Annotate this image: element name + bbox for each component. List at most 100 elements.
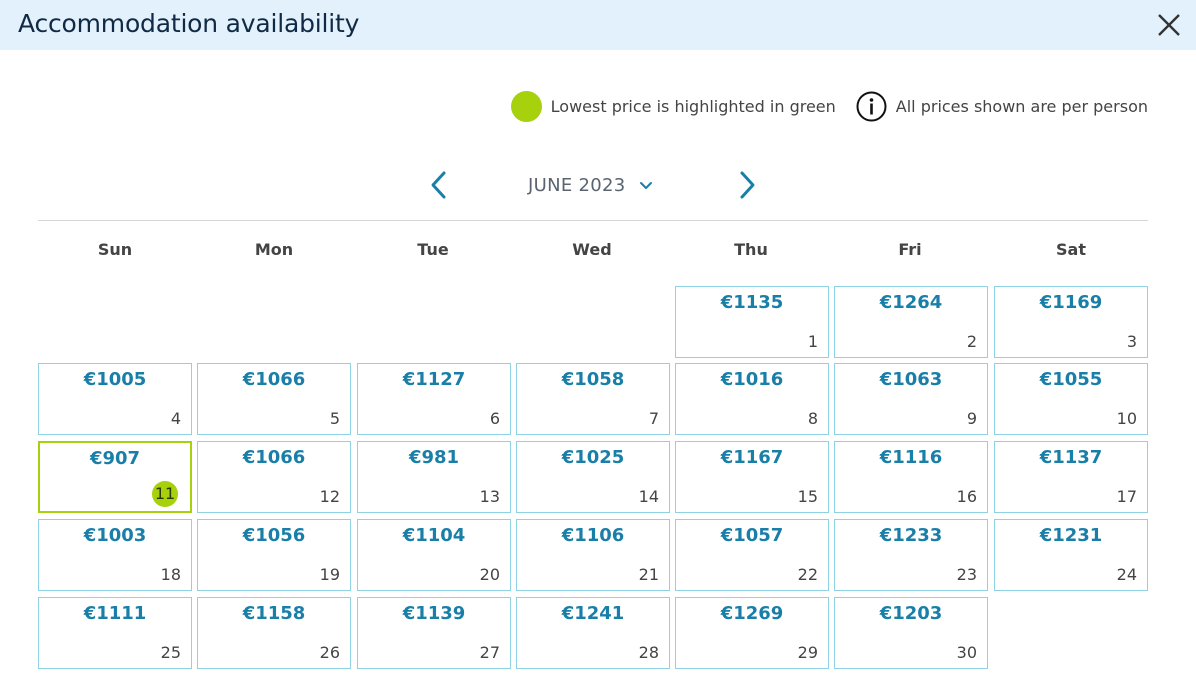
calendar-day-cell[interactable]: €1056 19 <box>197 519 351 591</box>
day-number: 26 <box>319 643 340 662</box>
day-price: €1137 <box>1039 447 1103 468</box>
day-number: 7 <box>648 409 659 428</box>
weekday-label: Fri <box>898 240 922 259</box>
calendar-day-cell[interactable]: €981 13 <box>357 441 511 513</box>
calendar-day-cell[interactable]: €1169 3 <box>994 286 1148 358</box>
day-number: 22 <box>797 565 818 584</box>
day-price: €1158 <box>242 603 306 624</box>
next-month-button[interactable] <box>734 165 762 205</box>
calendar-day-cell[interactable]: €1231 24 <box>994 519 1148 591</box>
day-number: 5 <box>329 409 340 428</box>
day-price: €1111 <box>83 603 147 624</box>
day-number: 2 <box>966 332 977 351</box>
day-number: 27 <box>479 643 500 662</box>
day-number: 25 <box>160 643 181 662</box>
day-number: 1 <box>807 332 818 351</box>
calendar-day-cell[interactable]: €1158 26 <box>197 597 351 669</box>
calendar-day-cell[interactable]: €1139 27 <box>357 597 511 669</box>
day-price: €1116 <box>879 447 943 468</box>
day-number: 23 <box>956 565 977 584</box>
dialog-header: Accommodation availability <box>0 0 1196 50</box>
previous-month-button[interactable] <box>424 165 452 205</box>
calendar-day-cell[interactable]: €1233 23 <box>834 519 988 591</box>
day-price: €1233 <box>879 525 943 546</box>
calendar-grid: €1135 1 €1264 2 €1169 3 €1005 4 €1066 5 €1127 6 €105… <box>38 286 1148 681</box>
calendar-day-cell[interactable]: €1066 5 <box>197 363 351 435</box>
day-price: €1231 <box>1039 525 1103 546</box>
calendar-day-cell[interactable]: €1016 8 <box>675 363 829 435</box>
calendar-day-cell[interactable]: €1003 18 <box>38 519 192 591</box>
weekday-label: Thu <box>734 240 768 259</box>
chevron-right-icon <box>740 171 755 199</box>
day-price: €1005 <box>83 369 147 390</box>
day-number: 14 <box>638 487 659 506</box>
calendar-day-cell[interactable]: €1025 14 <box>516 441 670 513</box>
weekday-label: Wed <box>572 240 612 259</box>
info-icon <box>856 91 887 122</box>
day-number: 12 <box>319 487 340 506</box>
day-number: 4 <box>170 409 181 428</box>
day-number: 11 <box>152 481 178 507</box>
day-price: €1269 <box>720 603 784 624</box>
month-label: JUNE 2023 <box>528 175 626 196</box>
day-price: €1167 <box>720 447 784 468</box>
day-price: €1016 <box>720 369 784 390</box>
day-price: €1055 <box>1039 369 1103 390</box>
day-number: 30 <box>956 643 977 662</box>
day-price: €1104 <box>402 525 466 546</box>
day-number: 21 <box>638 565 659 584</box>
day-number: 9 <box>966 409 977 428</box>
day-price: €1066 <box>242 369 306 390</box>
month-selector[interactable]: JUNE 2023 <box>528 175 654 196</box>
calendar-day-cell[interactable]: €1264 2 <box>834 286 988 358</box>
day-number: 15 <box>797 487 818 506</box>
dialog-title: Accommodation availability <box>18 9 360 38</box>
close-button[interactable] <box>1156 12 1182 38</box>
weekday-label: Mon <box>254 240 294 259</box>
calendar-day-cell[interactable]: €907 11 <box>38 441 192 513</box>
calendar-day-cell[interactable]: €1167 15 <box>675 441 829 513</box>
weekday-label: Sat <box>1056 240 1086 259</box>
close-icon <box>1158 14 1180 36</box>
day-price: €1003 <box>83 525 147 546</box>
calendar-day-cell[interactable]: €1111 25 <box>38 597 192 669</box>
calendar-day-cell[interactable]: €1057 22 <box>675 519 829 591</box>
day-number: 19 <box>319 565 340 584</box>
calendar-day-cell[interactable]: €1203 30 <box>834 597 988 669</box>
day-number: 20 <box>479 565 500 584</box>
chevron-down-icon <box>639 181 652 189</box>
day-number: 24 <box>1116 565 1137 584</box>
day-price: €1135 <box>720 292 784 313</box>
day-number: 3 <box>1126 332 1137 351</box>
calendar-day-cell[interactable]: €1055 10 <box>994 363 1148 435</box>
calendar-day-cell[interactable]: €1058 7 <box>516 363 670 435</box>
calendar-day-cell[interactable]: €1106 21 <box>516 519 670 591</box>
calendar-day-cell[interactable]: €1005 4 <box>38 363 192 435</box>
day-number: 18 <box>160 565 181 584</box>
calendar-day-cell[interactable]: €1063 9 <box>834 363 988 435</box>
divider <box>38 220 1148 221</box>
calendar-day-cell[interactable]: €1269 29 <box>675 597 829 669</box>
day-number: 28 <box>638 643 659 662</box>
day-number: 17 <box>1116 487 1137 506</box>
calendar-day-cell[interactable]: €1127 6 <box>357 363 511 435</box>
day-price: €1056 <box>242 525 306 546</box>
day-number: 8 <box>807 409 818 428</box>
calendar-day-cell[interactable]: €1137 17 <box>994 441 1148 513</box>
day-price: €1058 <box>561 369 625 390</box>
calendar-day-cell[interactable]: €1104 20 <box>357 519 511 591</box>
calendar-day-cell[interactable]: €1241 28 <box>516 597 670 669</box>
calendar-day-cell[interactable]: €1135 1 <box>675 286 829 358</box>
day-price: €1264 <box>879 292 943 313</box>
lowest-price-legend-text: Lowest price is highlighted in green <box>550 96 836 116</box>
calendar-day-cell[interactable]: €1066 12 <box>197 441 351 513</box>
day-price: €1025 <box>561 447 625 468</box>
day-number: 16 <box>956 487 977 506</box>
price-legend: Lowest price is highlighted in green All… <box>510 90 1148 122</box>
weekday-header-row: Sun Mon Tue Wed Thu Fri Sat <box>38 240 1148 264</box>
calendar-day-cell[interactable]: €1116 16 <box>834 441 988 513</box>
weekday-label: Sun <box>97 240 133 259</box>
chevron-left-icon <box>431 171 446 199</box>
day-number: 6 <box>489 409 500 428</box>
day-number: 13 <box>479 487 500 506</box>
